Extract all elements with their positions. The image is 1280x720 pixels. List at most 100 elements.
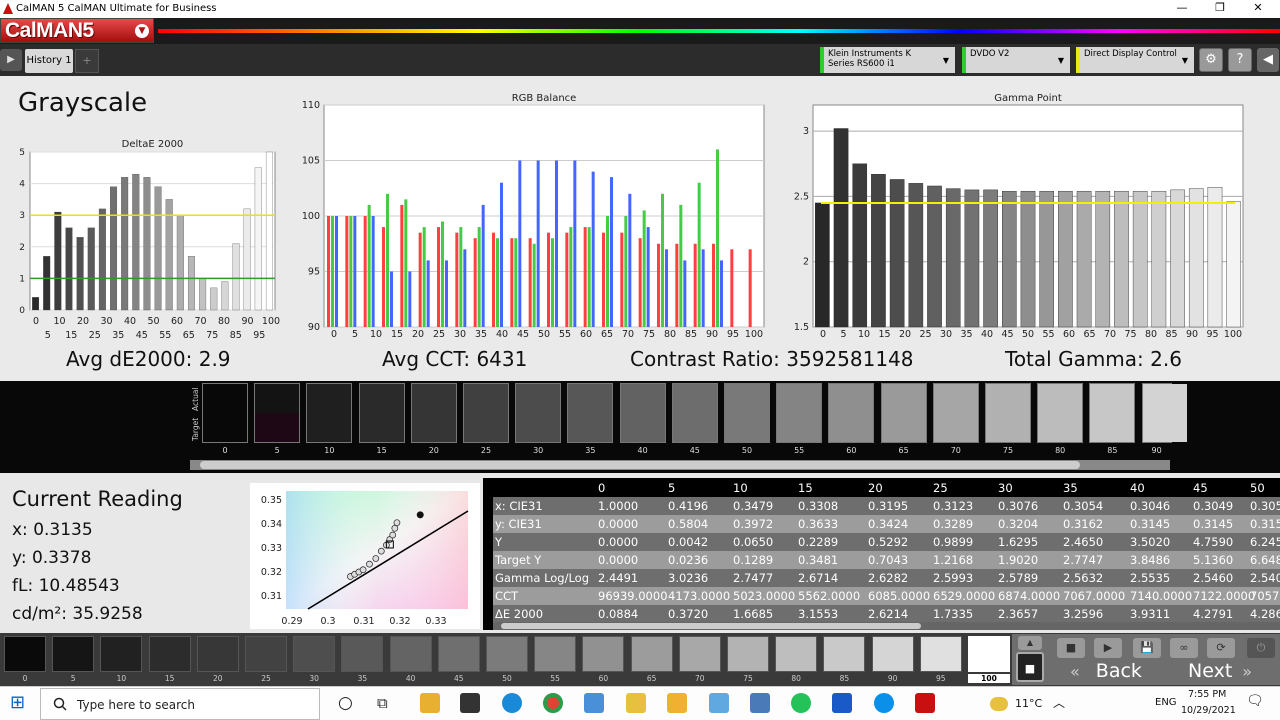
bar bbox=[1076, 190, 1092, 328]
actual-label: Actual bbox=[191, 388, 200, 412]
table-cell: 7122.0000 bbox=[1193, 589, 1256, 603]
whatsapp-icon[interactable] bbox=[791, 693, 811, 713]
x-tick-label: 0.32 bbox=[389, 616, 410, 627]
device-select-meter[interactable]: Klein Instruments K Series RS600 i1 ▼ bbox=[820, 47, 955, 73]
device-select-display[interactable]: Direct Display Control ▼ bbox=[1076, 47, 1194, 73]
chrome-icon[interactable] bbox=[543, 693, 563, 713]
level-button[interactable] bbox=[293, 636, 336, 672]
table-cell: 0.3479 bbox=[733, 499, 774, 513]
level-button[interactable] bbox=[4, 636, 46, 672]
clock-date[interactable]: 10/29/2021 bbox=[1181, 705, 1236, 716]
level-button[interactable] bbox=[678, 636, 721, 672]
computer-icon[interactable] bbox=[584, 693, 604, 713]
close-button[interactable]: ✕ bbox=[1243, 1, 1273, 14]
level-button[interactable] bbox=[389, 636, 432, 672]
add-tab-button[interactable]: + bbox=[75, 49, 99, 73]
level-button[interactable] bbox=[630, 636, 673, 672]
chart-title: DeltaE 2000 bbox=[122, 139, 184, 150]
photos-icon[interactable] bbox=[832, 693, 852, 713]
level-button[interactable] bbox=[727, 636, 769, 672]
notes-icon[interactable] bbox=[626, 693, 646, 713]
collapse-arrow-icon[interactable]: ◀ bbox=[1257, 48, 1279, 72]
swatch bbox=[619, 383, 666, 443]
swatch bbox=[985, 383, 1031, 443]
tab-history-1[interactable]: History 1 bbox=[25, 49, 73, 73]
level-button[interactable] bbox=[486, 636, 528, 672]
calculator-icon[interactable] bbox=[750, 693, 770, 713]
calman-taskbar-icon[interactable] bbox=[915, 693, 935, 713]
swatch-target bbox=[1142, 413, 1187, 442]
task-view-icon[interactable]: ⧉ bbox=[377, 694, 388, 712]
swatch bbox=[254, 383, 301, 443]
play-button[interactable]: ▶ bbox=[1094, 638, 1122, 658]
device-select-source[interactable]: DVDO V2 ▼ bbox=[962, 47, 1070, 73]
store-icon[interactable] bbox=[460, 693, 480, 713]
x-tick-label: 45 bbox=[1001, 329, 1013, 340]
table-scrollbar[interactable] bbox=[493, 622, 1280, 630]
level-button[interactable] bbox=[919, 636, 962, 672]
avg-de-value: Avg dE2000: 2.9 bbox=[66, 347, 231, 371]
table-row: CCT 96939.0000 4173.0000 5023.0000 5562.0000… bbox=[493, 587, 1280, 605]
language-indicator[interactable]: ENG bbox=[1155, 697, 1177, 708]
swatch-target bbox=[1090, 413, 1135, 442]
loop-icon[interactable]: ∞ bbox=[1170, 638, 1198, 658]
x-tick-label: 55 bbox=[1042, 329, 1054, 340]
stop-square-icon[interactable]: ■ bbox=[1016, 652, 1044, 682]
level-button[interactable] bbox=[341, 636, 384, 672]
level-button[interactable] bbox=[775, 636, 818, 672]
level-button[interactable] bbox=[196, 636, 239, 672]
show-hidden-icon[interactable]: ︿ bbox=[1053, 694, 1065, 711]
swatch-scrollbar[interactable] bbox=[190, 460, 1170, 470]
cortana-icon[interactable]: ○ bbox=[338, 693, 353, 713]
x-tick-label: 95 bbox=[253, 330, 265, 341]
level-button[interactable] bbox=[148, 636, 191, 672]
bar bbox=[426, 260, 430, 327]
level-button[interactable] bbox=[534, 636, 577, 672]
next-button[interactable]: Next » bbox=[1188, 660, 1252, 682]
scroll-thumb[interactable] bbox=[501, 623, 921, 629]
level-button[interactable] bbox=[100, 636, 143, 672]
folder-icon[interactable] bbox=[667, 693, 687, 713]
level-button[interactable] bbox=[52, 636, 95, 672]
x-tick-label: 20 bbox=[412, 329, 424, 340]
taskbar-search-box[interactable]: Type here to search bbox=[40, 688, 320, 720]
scroll-thumb[interactable] bbox=[200, 461, 1080, 469]
level-button[interactable] bbox=[968, 636, 1010, 672]
swatch-label: 70 bbox=[950, 446, 961, 455]
bar bbox=[500, 182, 503, 327]
settings-gear-icon[interactable]: ⚙ bbox=[1199, 48, 1223, 72]
bar bbox=[353, 216, 357, 327]
device-name: DVDO V2 bbox=[970, 49, 1010, 59]
level-button[interactable] bbox=[871, 636, 914, 672]
x-tick-label: 75 bbox=[643, 329, 655, 340]
level-button[interactable] bbox=[582, 636, 625, 672]
calman-menu-button[interactable]: CalMAN5 ▼ bbox=[0, 18, 154, 43]
nav-arrow-button[interactable]: ▶ bbox=[0, 49, 22, 71]
weather-temp[interactable]: 11°C bbox=[1015, 697, 1042, 710]
level-button[interactable] bbox=[823, 636, 866, 672]
power-icon[interactable]: ⏻ bbox=[1247, 638, 1275, 658]
clock-time[interactable]: 7:55 PM bbox=[1188, 689, 1226, 700]
table-cell: 0.3204 bbox=[998, 517, 1039, 531]
skype-icon[interactable] bbox=[874, 693, 894, 713]
app-icon[interactable] bbox=[709, 693, 729, 713]
up-arrow-icon[interactable]: ▲ bbox=[1018, 636, 1042, 650]
swatch-label: 80 bbox=[1055, 446, 1066, 455]
back-button[interactable]: « Back bbox=[1070, 660, 1142, 682]
stop-button[interactable]: ■ bbox=[1057, 638, 1085, 658]
restore-button[interactable]: ❐ bbox=[1205, 1, 1235, 14]
rgb-balance-chart: RGB Balance 90 95 100 105 110 0 5 10 15 20 25 30 35 40… bbox=[302, 93, 765, 340]
table-cell: 0.3046 bbox=[1130, 499, 1171, 513]
file-explorer-icon[interactable] bbox=[420, 693, 440, 713]
y-tick-label: 110 bbox=[302, 100, 320, 111]
edge-icon[interactable] bbox=[502, 693, 522, 713]
save-icon[interactable]: 💾 bbox=[1133, 638, 1161, 658]
help-icon[interactable]: ? bbox=[1228, 48, 1252, 72]
level-button[interactable] bbox=[245, 636, 287, 672]
refresh-icon[interactable]: ⟳ bbox=[1207, 638, 1235, 658]
level-button[interactable] bbox=[437, 636, 480, 672]
start-windows-icon[interactable]: ⊞ bbox=[10, 692, 25, 713]
notification-icon[interactable]: 🗨 bbox=[1246, 693, 1264, 709]
minimize-button[interactable]: — bbox=[1167, 1, 1197, 14]
level-label: 90 bbox=[887, 674, 898, 683]
